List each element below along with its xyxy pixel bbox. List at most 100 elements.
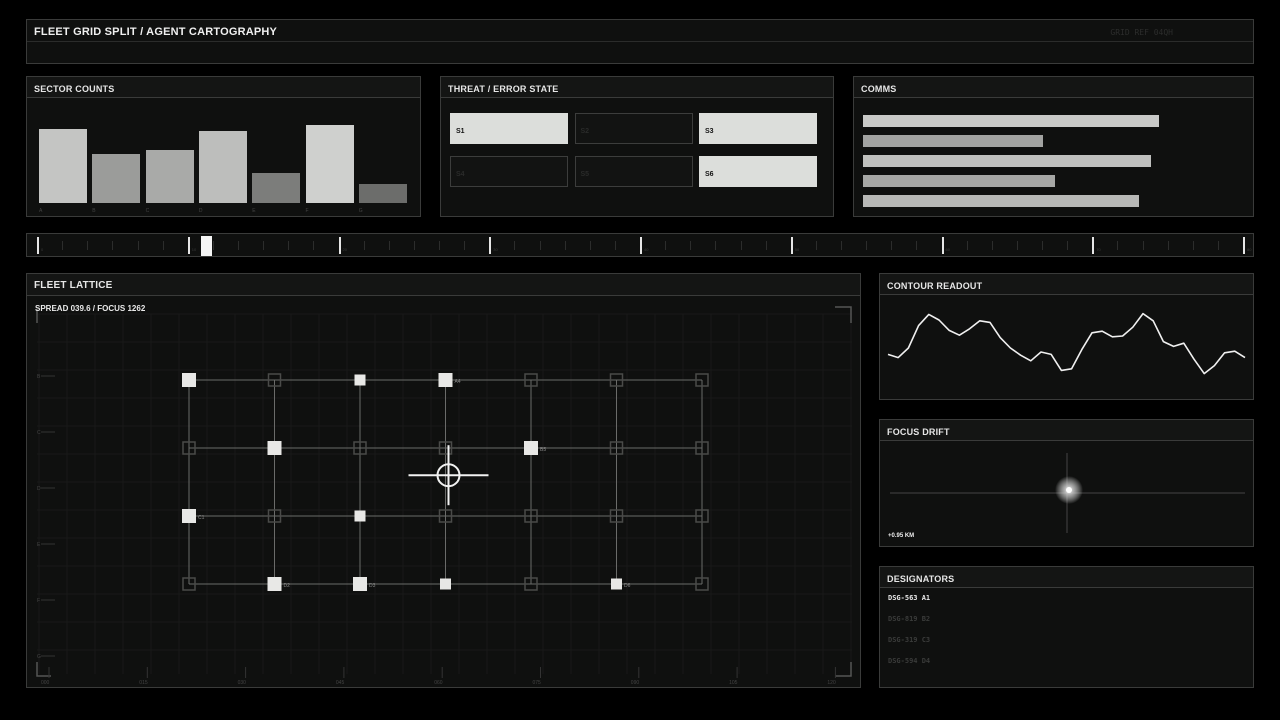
focus-drift-title: FOCUS DRIFT <box>880 420 1253 441</box>
ruler-major-tick <box>1092 237 1095 254</box>
designators-title: DESIGNATORS <box>880 567 1253 588</box>
comms-level-bar <box>863 155 1151 167</box>
ruler-major-tick <box>640 237 642 254</box>
threat-cell-label: S3 <box>705 128 714 135</box>
ruler-major-tick <box>941 237 944 254</box>
threat-cell[interactable]: S4 <box>450 156 568 187</box>
ruler-tick-label: 60 <box>945 247 950 252</box>
sector-bar <box>92 154 141 203</box>
sector-bar-label: F <box>305 208 309 214</box>
ruler-minor-tick <box>87 241 89 250</box>
designator-item[interactable]: DSG-563 A1 <box>888 594 930 602</box>
sector-bar-label: C <box>145 208 150 214</box>
ruler-minor-tick <box>1167 241 1169 250</box>
drift-point <box>1066 487 1072 493</box>
ruler-tick-label: 40 <box>644 247 649 252</box>
lattice-agent-node[interactable] <box>524 441 538 455</box>
ruler-minor-tick <box>464 241 466 250</box>
ruler-minor-tick <box>514 241 516 250</box>
ruler-minor-tick <box>263 241 265 250</box>
agent-node-label: D3 <box>369 583 376 589</box>
row-label: E <box>37 542 41 548</box>
ruler-scrub-handle[interactable] <box>200 236 212 256</box>
agent-node-label: C1 <box>198 515 205 521</box>
threat-cell-label: S4 <box>456 171 465 178</box>
ruler-minor-tick <box>614 241 616 250</box>
ruler-tick-label: 10 <box>191 247 197 252</box>
lattice-agent-node[interactable] <box>611 578 622 590</box>
threat-cell[interactable]: S5 <box>574 156 693 187</box>
sector-bar <box>358 184 407 203</box>
sector-bar <box>198 131 247 203</box>
lattice-canvas[interactable]: B C D E F G 000 015 030 045 060 075 090 105 120 A4 B5 C1 D… <box>27 274 862 689</box>
lattice-agent-node[interactable] <box>267 441 282 455</box>
ruler-minor-tick <box>62 241 64 250</box>
lattice-agent-node[interactable] <box>182 509 196 523</box>
app-title: FLEET GRID SPLIT / AGENT CARTOGRAPHY <box>34 26 278 38</box>
col-label: 060 <box>434 680 443 686</box>
sector-counts-title: SECTOR COUNTS <box>27 77 420 98</box>
corner-bracket <box>835 306 852 323</box>
lattice-agent-node[interactable] <box>440 578 451 590</box>
ruler-minor-tick <box>1217 241 1219 250</box>
ruler-minor-tick <box>238 241 239 250</box>
threat-cell[interactable]: S3 <box>699 113 817 144</box>
designator-item[interactable]: DSG-319 C3 <box>888 636 930 644</box>
ruler-minor-tick <box>740 241 742 250</box>
ruler-minor-tick <box>162 241 164 250</box>
ruler-minor-tick <box>363 241 365 250</box>
comms-level-bar <box>863 195 1139 207</box>
sector-bar-label: G <box>358 208 363 214</box>
ruler-minor-tick <box>1142 241 1144 250</box>
sector-bar-label: E <box>252 208 256 214</box>
sector-bar <box>252 173 301 203</box>
lattice-agent-node[interactable] <box>182 373 196 387</box>
lattice-agent-node[interactable] <box>354 510 366 522</box>
lattice-agent-node[interactable] <box>267 577 282 591</box>
sector-bar-label: A <box>39 208 43 214</box>
designator-item[interactable]: DSG-819 B2 <box>888 615 930 623</box>
ruler-minor-tick <box>439 241 440 250</box>
ruler-minor-tick <box>765 241 767 250</box>
header-divider <box>27 41 1253 42</box>
agent-node-label: A4 <box>455 379 461 385</box>
sector-bar-label: D <box>198 208 203 214</box>
col-label: 075 <box>533 680 542 686</box>
threat-cell[interactable]: S6 <box>699 156 817 187</box>
sector-bar <box>305 125 354 203</box>
ruler-minor-tick <box>112 241 114 250</box>
lattice-agent-node[interactable] <box>438 373 453 387</box>
ruler-minor-tick <box>388 241 390 250</box>
frame-brackets <box>36 306 852 677</box>
agent-node-label: D6 <box>624 583 631 589</box>
contour-line <box>887 312 1246 375</box>
comms-panel: COMMS <box>853 76 1254 217</box>
threat-title: THREAT / ERROR STATE <box>441 77 833 98</box>
ruler-minor-tick <box>665 241 667 250</box>
lattice-agent-node[interactable] <box>353 577 367 591</box>
row-label: D <box>37 486 41 492</box>
threat-cell[interactable]: S2 <box>574 113 693 144</box>
lattice-agent-node[interactable] <box>354 374 366 386</box>
ruler-major-tick <box>1243 237 1245 254</box>
ruler-minor-tick <box>313 241 315 250</box>
ruler-minor-tick <box>866 241 868 250</box>
ruler-minor-tick <box>1067 241 1069 250</box>
ruler-minor-tick <box>991 241 993 250</box>
contour-title: CONTOUR READOUT <box>880 274 1253 295</box>
ruler-major-tick <box>37 237 39 254</box>
timeline-ruler[interactable]: 0 10 20 30 40 50 60 70 80 <box>26 233 1254 257</box>
ruler-major-tick <box>489 237 492 254</box>
comms-level-bar <box>863 135 1043 147</box>
contour-waveform <box>887 312 1246 375</box>
ruler-tick-label: 20 <box>342 247 347 252</box>
lattice-readout: SPREAD 039.6 / FOCUS 1262 <box>35 304 146 313</box>
grid-reference: GRID REF 04QH <box>1110 28 1173 37</box>
fleet-lattice-title: FLEET LATTICE <box>27 274 860 296</box>
sector-bar-label: B <box>92 208 96 214</box>
agent-node-label: B5 <box>540 447 546 453</box>
threat-cell[interactable]: S1 <box>450 113 568 144</box>
threat-panel: THREAT / ERROR STATE S1 S2 S3 S4 S5 S6 <box>440 76 834 217</box>
designator-item[interactable]: DSG-594 D4 <box>888 657 930 665</box>
ruler-minor-tick <box>966 241 968 250</box>
